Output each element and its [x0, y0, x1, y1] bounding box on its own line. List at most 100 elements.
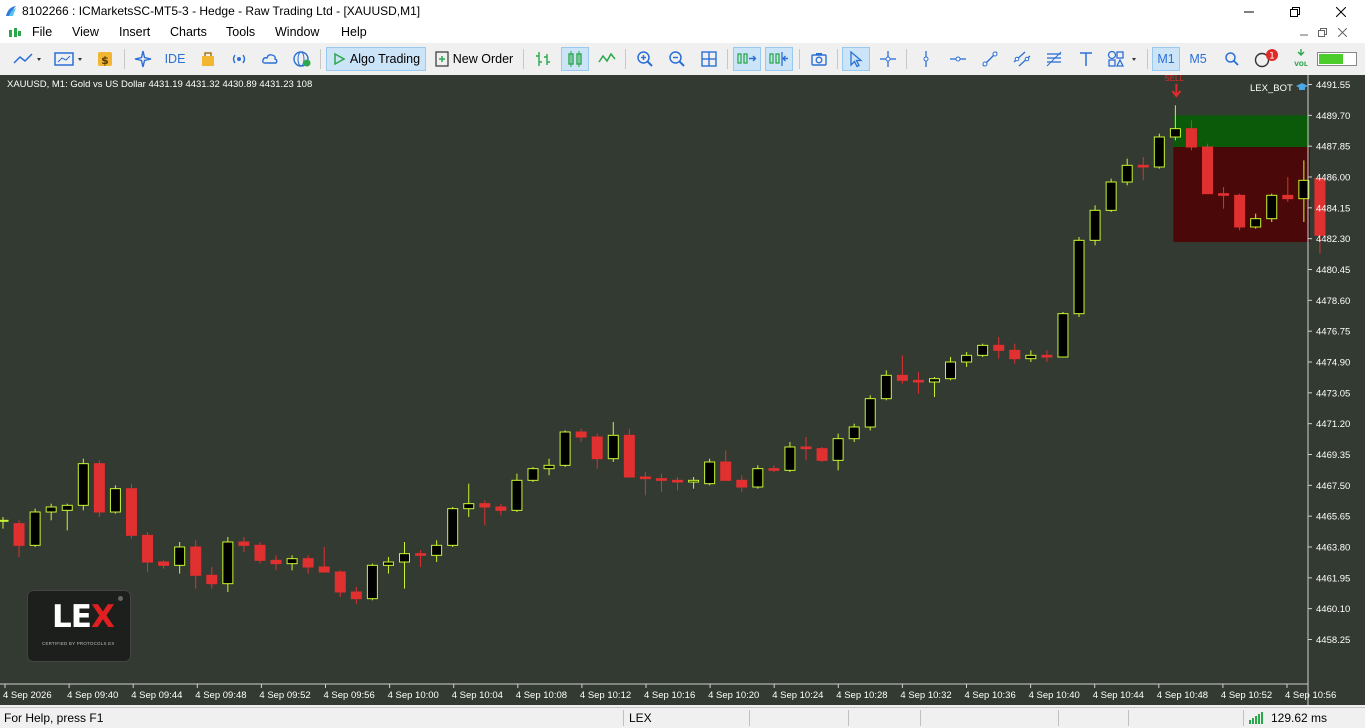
algo-trading-button[interactable]: Algo Trading: [326, 47, 426, 71]
restore-button[interactable]: [1272, 0, 1318, 23]
bearish-candle: [1282, 194, 1294, 200]
toolbar-separator: [320, 49, 321, 69]
bullish-candle: [0, 519, 9, 522]
shop-button[interactable]: [196, 47, 220, 71]
bearish-candle: [912, 379, 924, 383]
screenshot-button[interactable]: [806, 47, 832, 71]
search-button[interactable]: [1220, 47, 1244, 71]
vol-indicator-button[interactable]: VOL: [1290, 47, 1312, 71]
templates-dropdown[interactable]: [50, 47, 88, 71]
notification-count: 1: [1269, 52, 1275, 62]
zoom-in-button[interactable]: [632, 47, 658, 71]
market-button[interactable]: $: [93, 47, 117, 71]
chart-window-icon[interactable]: [8, 26, 22, 40]
chart-area[interactable]: 4491.55 4489.70 4487.85 4486.00 4484.15 4482.…: [0, 75, 1365, 705]
auto-scroll-button[interactable]: [733, 47, 761, 71]
text-tool-button[interactable]: [1073, 47, 1099, 71]
notifications-button[interactable]: 1: [1251, 47, 1281, 71]
shapes-icon: [1107, 50, 1136, 67]
bearish-candle: [93, 463, 105, 513]
child-restore-icon[interactable]: [1318, 28, 1327, 37]
vps-button[interactable]: [258, 47, 282, 71]
menu-file[interactable]: File: [32, 25, 52, 39]
time-axis-label: 4 Sep 09:52: [259, 690, 310, 701]
minimize-button[interactable]: [1226, 0, 1272, 23]
close-button[interactable]: [1318, 0, 1364, 23]
bullish-candle: [1153, 136, 1165, 168]
sell-signal-label: SELL: [1164, 75, 1184, 83]
bullish-candle: [77, 463, 89, 506]
status-divider: [848, 710, 849, 726]
price-axis-label: 4480.45: [1316, 265, 1350, 276]
timeframe-m5-label: M5: [1189, 52, 1207, 66]
text-tool-icon: [1080, 52, 1092, 66]
template-icon: [54, 52, 82, 66]
price-axis-label: 4484.15: [1316, 203, 1350, 214]
crosshair-tool-button[interactable]: [875, 47, 901, 71]
child-minimize-icon[interactable]: [1300, 28, 1308, 36]
logo-caption: CERTIFIED BY PROTOCOLS EX: [42, 641, 115, 646]
menu-help[interactable]: Help: [341, 25, 367, 39]
bullish-candle: [832, 438, 844, 461]
bearish-candle: [800, 446, 812, 450]
bearish-candle: [125, 488, 137, 536]
shapes-dropdown[interactable]: [1104, 47, 1142, 71]
horizontal-line-tool-button[interactable]: [945, 47, 971, 71]
chart-type-dropdown[interactable]: [8, 47, 46, 71]
timeframe-m1-label: M1: [1157, 52, 1175, 66]
menu-insert[interactable]: Insert: [119, 25, 150, 39]
channel-tool-button[interactable]: [1009, 47, 1035, 71]
cursor-tool-button[interactable]: [842, 47, 870, 71]
signals-button[interactable]: [227, 47, 251, 71]
zoom-out-button[interactable]: [664, 47, 690, 71]
time-axis-label: 4 Sep 10:36: [965, 690, 1016, 701]
price-axis-label: 4476.75: [1316, 327, 1350, 338]
time-axis-label: 4 Sep 10:52: [1221, 690, 1272, 701]
shopping-bag-icon: [202, 52, 214, 66]
tile-windows-button[interactable]: [696, 47, 722, 71]
chart-shift-button[interactable]: [765, 47, 793, 71]
menu-view[interactable]: View: [72, 25, 99, 39]
strategy-tester-button[interactable]: [131, 47, 155, 71]
candlestick-chart-button[interactable]: [561, 47, 589, 71]
bearish-candle: [1185, 128, 1197, 148]
fibonacci-tool-button[interactable]: [1041, 47, 1067, 71]
menu-charts[interactable]: Charts: [170, 25, 207, 39]
bullish-candle: [1266, 194, 1278, 220]
connection-strength-indicator: [1316, 47, 1358, 71]
grid-icon: [701, 51, 717, 67]
connection-bar-icon: [1317, 52, 1357, 66]
candlestick-chart[interactable]: 4491.55 4489.70 4487.85 4486.00 4484.15 4482.…: [0, 75, 1365, 705]
menu-bar: File View Insert Charts Tools Window Hel…: [0, 23, 1365, 43]
bearish-candle: [1234, 194, 1246, 228]
bullish-candle: [688, 479, 700, 483]
child-close-icon[interactable]: [1338, 28, 1347, 37]
timeframe-m1-button[interactable]: M1: [1152, 47, 1180, 71]
close-icon: [1336, 6, 1346, 17]
title-bar: 8102266 : ICMarketsSC-MT5-3 - Hedge - Ra…: [0, 0, 1365, 23]
bullish-candle: [511, 479, 523, 511]
ide-button[interactable]: IDE: [160, 47, 190, 71]
new-order-button[interactable]: New Order: [431, 47, 517, 71]
timeframe-m5-button[interactable]: M5: [1184, 47, 1212, 71]
time-axis-label: 4 Sep 09:56: [324, 690, 375, 701]
vol-label: VOL: [1294, 61, 1308, 68]
bar-chart-button[interactable]: [530, 47, 556, 71]
line-chart-button[interactable]: [594, 47, 620, 71]
bullish-candle: [1057, 313, 1069, 358]
window-title: 8102266 : ICMarketsSC-MT5-3 - Hedge - Ra…: [22, 4, 421, 18]
bearish-candle: [318, 566, 330, 573]
vertical-line-tool-button[interactable]: [913, 47, 939, 71]
services-button[interactable]: [289, 47, 315, 71]
menu-tools[interactable]: Tools: [226, 25, 255, 39]
price-axis-label: 4460.10: [1316, 604, 1350, 615]
zoom-out-icon: [669, 51, 685, 67]
trendline-tool-button[interactable]: [977, 47, 1003, 71]
bullish-candle: [1073, 239, 1085, 315]
menu-window[interactable]: Window: [275, 25, 319, 39]
bullish-candle: [463, 503, 475, 510]
bearish-candle: [736, 479, 748, 488]
bullish-candle: [366, 564, 378, 600]
price-axis-label: 4463.80: [1316, 543, 1350, 554]
status-divider: [1058, 710, 1059, 726]
